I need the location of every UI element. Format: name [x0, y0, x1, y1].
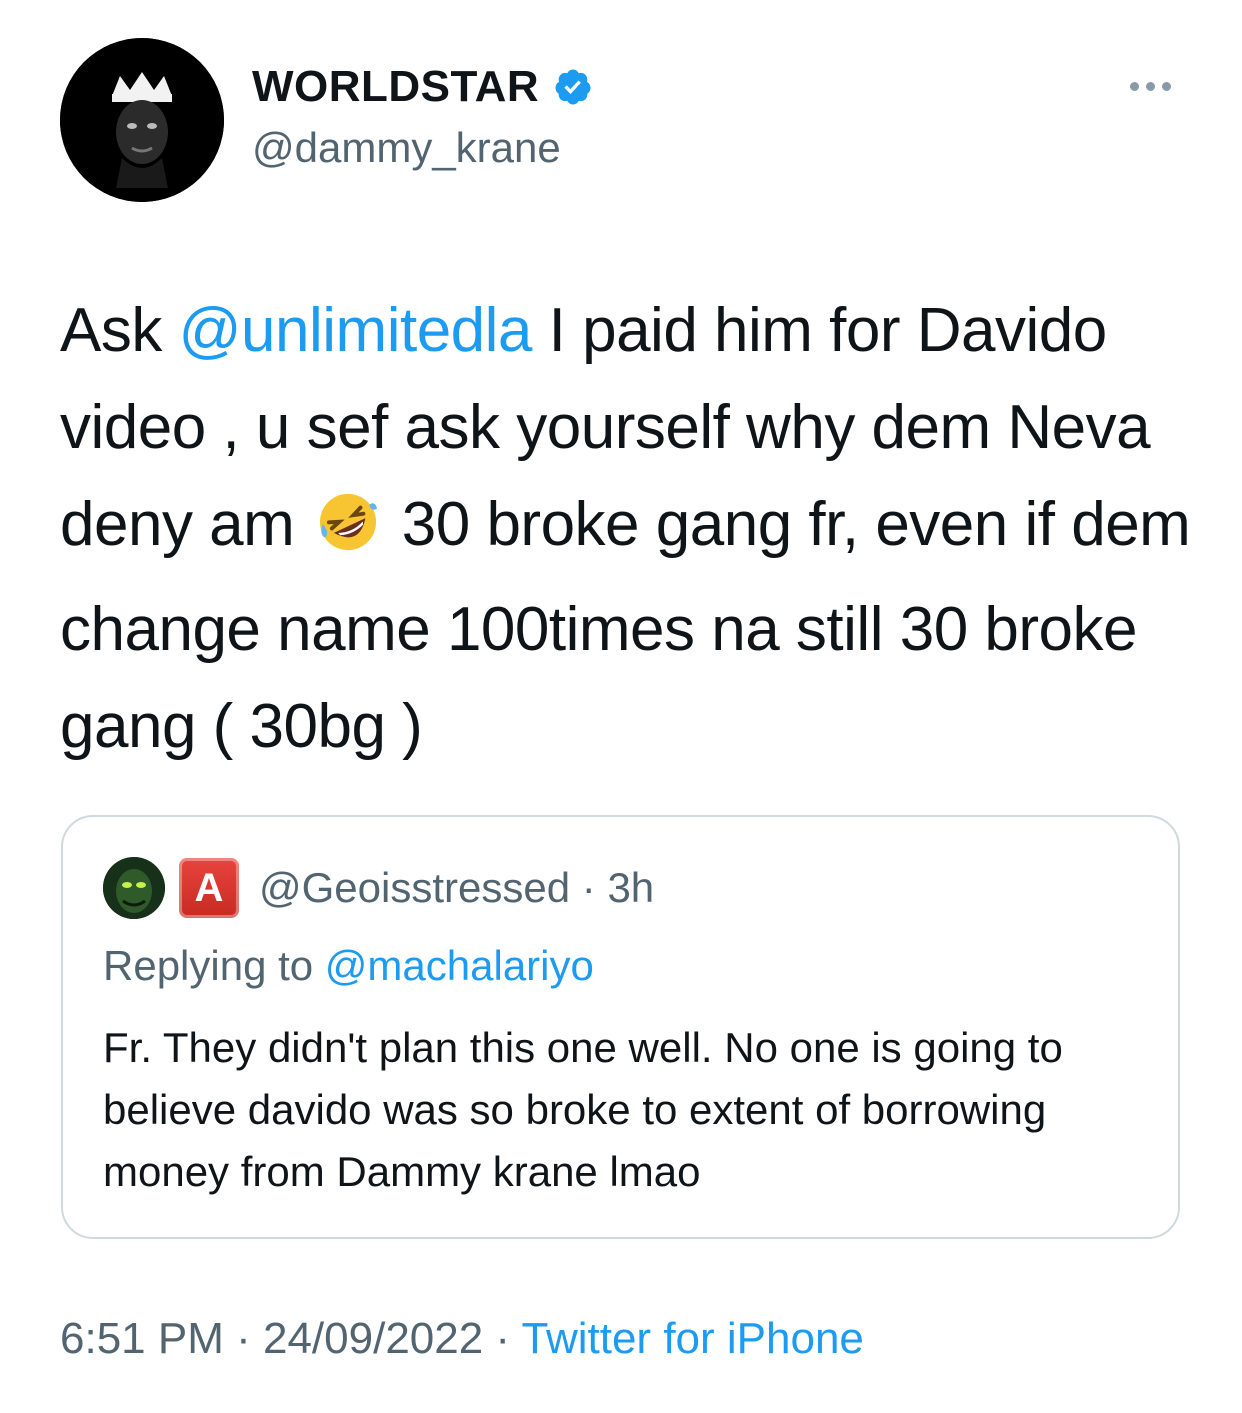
author-handle[interactable]: @dammy_krane — [252, 124, 561, 172]
tweet-text: Ask @unlimitedla I paid him for Davido v… — [60, 282, 1200, 775]
rofl-emoji-icon — [317, 484, 379, 581]
tweet-date[interactable]: 24/09/2022 — [263, 1314, 483, 1363]
tweet-time[interactable]: 6:51 PM — [60, 1314, 224, 1363]
meta-separator: · — [483, 1314, 522, 1363]
meta-separator: · — [223, 1314, 263, 1363]
replying-to-line: Replying to @machalariyo — [103, 942, 594, 990]
author-display-name[interactable]: WORLDSTAR — [252, 62, 539, 112]
replying-prefix: Replying to — [103, 942, 325, 989]
more-dot-icon — [1146, 82, 1155, 91]
author-name-row: WORLDSTAR — [252, 62, 593, 112]
quoted-separator: · — [581, 864, 596, 911]
quoted-handle[interactable]: @Geoisstressed · 3h — [259, 864, 654, 912]
verified-badge-icon — [555, 69, 591, 105]
crowned-portrait-avatar — [60, 38, 224, 202]
quoted-tweet-body: Fr. They didn't plan this one well. No o… — [103, 1024, 1063, 1195]
quoted-tweet-card[interactable]: A @Geoisstressed · 3h Replying to @macha… — [61, 815, 1180, 1239]
replying-to-link[interactable]: @machalariyo — [325, 942, 594, 989]
quoted-author-avatar[interactable] — [103, 857, 165, 919]
tweet-text-segment: Ask — [60, 296, 179, 365]
more-dot-icon — [1130, 82, 1139, 91]
mention-link[interactable]: @unlimitedla — [179, 296, 533, 365]
tweet-metadata: 6:51 PM · 24/09/2022 · Twitter for iPhon… — [60, 1314, 864, 1364]
a-button-emoji-badge: A — [179, 858, 239, 918]
author-avatar[interactable] — [60, 38, 224, 202]
more-options-button[interactable] — [1130, 82, 1171, 91]
green-mask-avatar-icon — [103, 857, 165, 919]
quoted-time: 3h — [607, 864, 655, 911]
tweet-source-link[interactable]: Twitter for iPhone — [522, 1314, 864, 1363]
quoted-handle-text: @Geoisstressed — [259, 864, 571, 911]
quoted-tweet-header: A @Geoisstressed · 3h — [103, 857, 654, 919]
more-dot-icon — [1162, 82, 1171, 91]
